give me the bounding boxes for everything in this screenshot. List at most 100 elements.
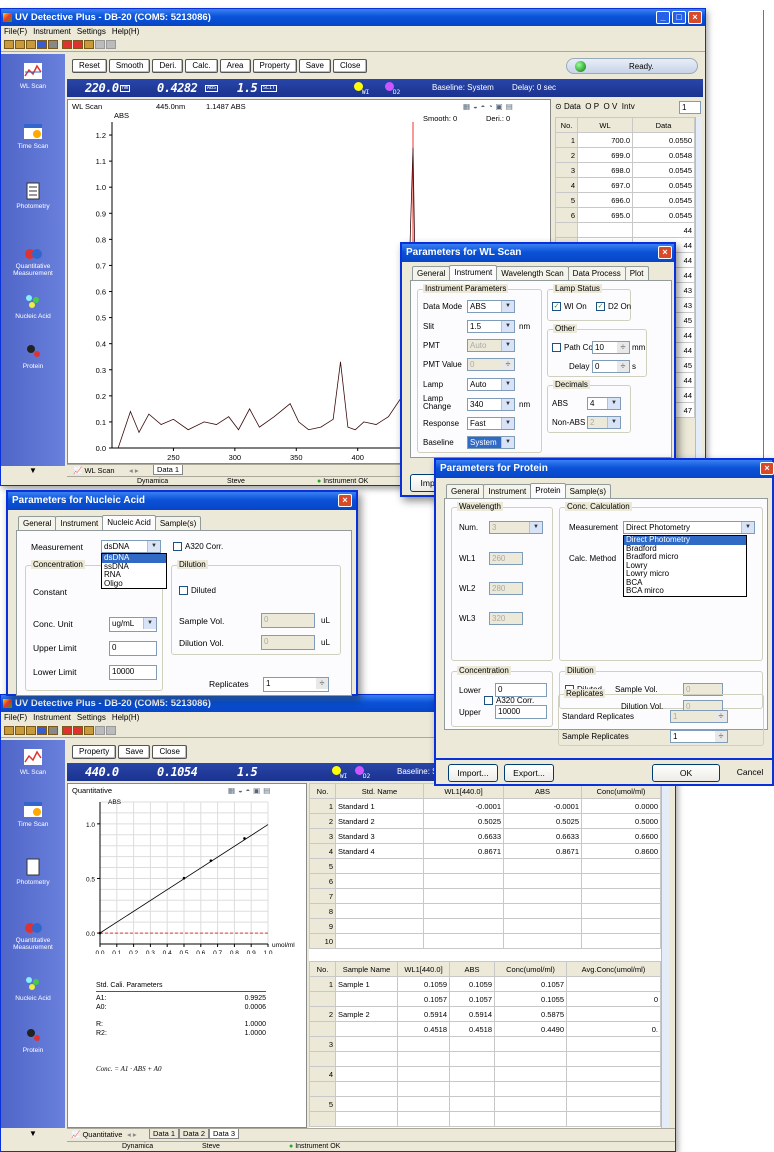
print-icon[interactable]: [48, 726, 58, 735]
wavelength-icon[interactable]: [83, 40, 94, 49]
table-row[interactable]: 3: [309, 1036, 661, 1052]
nav-photometry[interactable]: Photometry: [1, 858, 65, 886]
table-row[interactable]: 4 Standard 4 0.8671 0.8671 0.8600: [309, 843, 661, 859]
tab-wavelength-scan[interactable]: Wavelength Scan: [496, 266, 569, 280]
tab-instrument[interactable]: Instrument: [55, 516, 104, 530]
table-row[interactable]: 9: [309, 918, 661, 934]
title-bar[interactable]: UV Detective Plus - DB-20 (COM5: 5213086…: [1, 9, 705, 26]
expand-arrow-icon[interactable]: ▼: [1, 1128, 65, 1140]
wl-scan-bottom-tab[interactable]: 📈 WL Scan: [73, 466, 115, 475]
table-row[interactable]: 2 Sample 2 0.5914 0.5914 0.5875: [309, 1006, 661, 1022]
nav-wl-scan[interactable]: WL Scan: [1, 748, 65, 776]
cancel-button[interactable]: Cancel: [728, 764, 772, 782]
radio-v[interactable]: O V: [604, 102, 618, 111]
sheet-tab-data1[interactable]: Data 1: [149, 1129, 180, 1139]
nav-photometry[interactable]: Photometry: [1, 182, 65, 210]
sheet-nav-arrows[interactable]: ◂ ▸: [129, 466, 139, 475]
nav-protein[interactable]: Protein: [1, 1026, 65, 1054]
menu-instrument[interactable]: Instrument: [33, 713, 71, 722]
nonabs-decimals-select[interactable]: 2: [587, 416, 621, 429]
column-header[interactable]: WL1[440.0]: [397, 961, 450, 977]
dropdown-option[interactable]: BCA mirco: [624, 586, 746, 596]
export-button[interactable]: Export...: [504, 764, 554, 782]
wl3-input[interactable]: 320: [489, 612, 523, 625]
sample-vol-input[interactable]: 0: [261, 613, 315, 628]
column-header[interactable]: ABS: [449, 961, 495, 977]
lamp-change-select[interactable]: 340: [467, 398, 515, 411]
close-button[interactable]: Close: [332, 59, 368, 73]
measurement-select[interactable]: Direct Photometry: [623, 521, 755, 534]
property-button[interactable]: Property: [72, 745, 117, 759]
column-header[interactable]: Sample Name: [335, 961, 398, 977]
connect-icon[interactable]: [61, 726, 72, 735]
standards-table[interactable]: No. Std. Name WL1[440.0] ABS Conc(umol/ml) 1 S…: [309, 783, 661, 949]
table-row[interactable]: 8: [309, 903, 661, 919]
column-header[interactable]: No.: [309, 783, 336, 799]
open-icon[interactable]: [15, 726, 25, 735]
smooth-button[interactable]: Smooth: [108, 59, 151, 73]
save-button[interactable]: Save: [298, 59, 331, 73]
save-icon[interactable]: [37, 726, 47, 735]
dropdown-option[interactable]: Lowry micro: [624, 569, 746, 579]
table-row[interactable]: 5 696.0 0.0545: [555, 192, 695, 208]
table-row[interactable]: 5: [309, 1096, 661, 1112]
sheet-nav-arrows[interactable]: ◂ ▸: [127, 1130, 137, 1139]
ok-button[interactable]: OK: [652, 764, 720, 782]
tab-instrument[interactable]: Instrument: [483, 484, 532, 498]
quantitative-bottom-tab[interactable]: 📈 Quantitative: [71, 1130, 122, 1139]
wi-on-checkbox[interactable]: ✓ WI On: [552, 302, 587, 312]
a320-checkbox[interactable]: A320 Corr.: [484, 696, 534, 706]
pmt-select[interactable]: Auto: [467, 339, 515, 352]
table-row[interactable]: 2 699.0 0.0548: [555, 147, 695, 163]
import-button[interactable]: Import...: [448, 764, 498, 782]
calibration-panel[interactable]: Quantitative ▦◒◓▣▤ 0.0 0.1 0.2 0.3 0.4 0.5 0.6…: [67, 783, 307, 1128]
table-row[interactable]: 3 698.0 0.0545: [555, 162, 695, 178]
dialog-title[interactable]: Parameters for Nucleic Acid ×: [8, 492, 356, 510]
column-header[interactable]: Conc(umol/ml): [494, 961, 567, 977]
calc-button[interactable]: Calc.: [185, 59, 218, 73]
table-row[interactable]: [309, 1081, 661, 1097]
close-button[interactable]: Close: [152, 745, 187, 759]
menu-help[interactable]: Help(H): [112, 27, 140, 36]
table-row[interactable]: 0.4518 0.4518 0.4490 0.: [309, 1021, 661, 1037]
save-button[interactable]: Save: [118, 745, 151, 759]
dropdown-option[interactable]: Oligo: [102, 579, 166, 589]
connect-icon[interactable]: [61, 40, 72, 49]
disabled-tool2-icon[interactable]: [105, 726, 116, 735]
deri-button[interactable]: Deri.: [152, 59, 184, 73]
dialog-title[interactable]: Parameters for WL Scan ×: [402, 244, 674, 262]
radio-data[interactable]: ⊙ Data: [555, 102, 581, 111]
radio-p[interactable]: O P: [585, 102, 599, 111]
nav-nucleic-acid[interactable]: Nucleic Acid: [1, 974, 65, 1002]
menu-settings[interactable]: Settings: [77, 27, 106, 36]
disabled-tool2-icon[interactable]: [105, 40, 116, 49]
column-header[interactable]: No.: [309, 961, 336, 977]
folder-icon[interactable]: [26, 726, 36, 735]
measurement-dropdown[interactable]: dsDNA ssDNA RNA Oligo: [101, 553, 167, 589]
tab-protein[interactable]: Protein: [530, 483, 566, 498]
close-window-button[interactable]: ×: [688, 11, 702, 24]
measurement-dropdown[interactable]: Direct Photometry Bradford Bradford micro L…: [623, 535, 747, 597]
folder-icon[interactable]: [26, 40, 36, 49]
sample-replicates-input[interactable]: 1: [670, 730, 728, 743]
close-icon[interactable]: ×: [760, 462, 774, 475]
nav-wl-scan[interactable]: WL Scan: [1, 62, 65, 90]
expand-arrow-icon[interactable]: ▼: [1, 466, 65, 476]
sheet-tab-data1[interactable]: Data 1: [153, 465, 184, 475]
disabled-tool-icon[interactable]: [94, 726, 105, 735]
minimize-button[interactable]: _: [656, 11, 670, 24]
intv-input[interactable]: 1: [679, 101, 701, 114]
menu-file[interactable]: File(F): [4, 713, 27, 722]
table-row[interactable]: 6: [309, 873, 661, 889]
tab-nucleic-acid[interactable]: Nucleic Acid: [102, 515, 156, 530]
pmt-value-input[interactable]: 0: [467, 358, 515, 371]
tab-general[interactable]: General: [18, 516, 57, 530]
wavelength-icon[interactable]: [83, 726, 94, 735]
baseline-select[interactable]: System: [467, 436, 515, 449]
lamp-select[interactable]: Auto: [467, 378, 515, 391]
reset-button[interactable]: Reset: [72, 59, 107, 73]
table-row[interactable]: 3 Standard 3 0.6633 0.6633 0.6600: [309, 828, 661, 844]
diluted-checkbox[interactable]: Diluted: [179, 586, 216, 596]
results-scrollbar[interactable]: [661, 783, 669, 1128]
measurement-select[interactable]: dsDNA: [101, 540, 161, 553]
